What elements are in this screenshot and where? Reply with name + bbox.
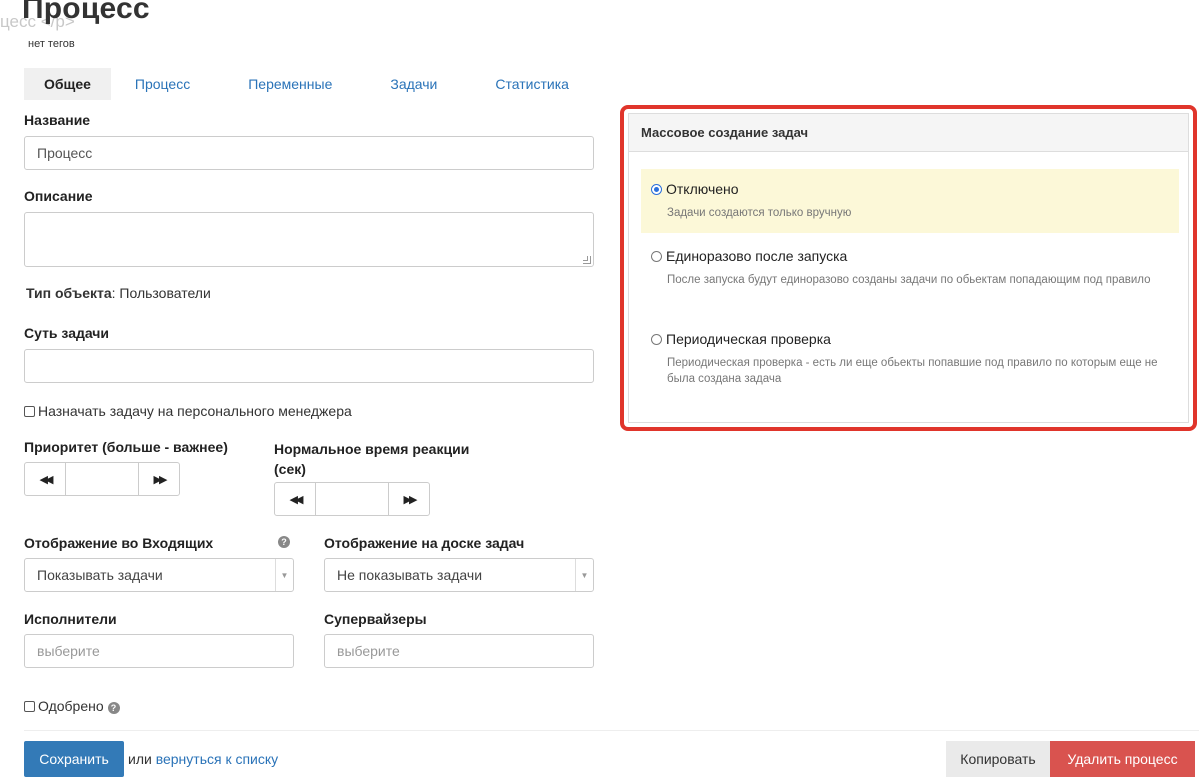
copy-button[interactable]: Копировать xyxy=(946,741,1050,777)
option-row: Периодическая проверка xyxy=(651,331,1169,347)
inbox-display-select[interactable]: Показывать задачи ▼ xyxy=(24,558,294,592)
page-title: Процесс xyxy=(22,0,150,25)
priority-label: Приоритет (больше - важнее) xyxy=(24,439,228,455)
option-label: Периодическая проверка xyxy=(666,331,831,347)
question-circle-icon[interactable]: ? xyxy=(107,702,120,714)
executors-placeholder: выберите xyxy=(37,643,100,659)
tab-statistics[interactable]: Статистика xyxy=(483,68,581,100)
rewind-icon: ◀◀ xyxy=(39,473,54,486)
option-once-after-start[interactable]: Единоразово после запуска После запуска … xyxy=(641,236,1179,298)
essence-input[interactable] xyxy=(24,349,594,383)
option-description: После запуска будут единоразово созданы … xyxy=(667,274,1151,286)
priority-increase-button[interactable]: ▶▶ xyxy=(139,463,179,495)
reaction-label-line1: Нормальное время реакции xyxy=(274,441,470,457)
reaction-label: Нормальное время реакции (сек) xyxy=(274,439,469,479)
option-disabled[interactable]: Отключено Задачи создаются только вручну… xyxy=(641,169,1179,233)
executors-input[interactable]: выберите xyxy=(24,634,294,668)
reaction-decrease-button[interactable]: ◀◀ xyxy=(275,483,315,515)
option-description: Задачи создаются только вручную xyxy=(667,207,852,219)
supervisors-label: Супервайзеры xyxy=(324,611,427,627)
tab-process[interactable]: Процесс xyxy=(123,68,202,100)
fast-forward-icon: ▶▶ xyxy=(153,473,168,486)
option-label: Единоразово после запуска xyxy=(666,248,848,264)
radio-disabled[interactable] xyxy=(651,183,662,195)
resize-handle-icon[interactable] xyxy=(583,256,591,264)
tags-label: нет тегов xyxy=(28,38,75,50)
name-label: Название xyxy=(24,112,91,128)
reaction-stepper: ◀◀ ▶▶ xyxy=(274,482,430,516)
tab-variables[interactable]: Переменные xyxy=(236,68,344,100)
inbox-display-value: Показывать задачи xyxy=(37,567,163,583)
object-type-row: Тип объекта: Пользователи xyxy=(26,285,211,301)
assign-manager-checkbox[interactable] xyxy=(24,406,35,417)
back-row: или вернуться к списку xyxy=(128,751,278,767)
or-text: или xyxy=(128,751,152,767)
reaction-input[interactable] xyxy=(315,483,389,515)
inbox-display-label: Отображение во Входящих xyxy=(24,535,214,551)
object-type-value: : Пользователи xyxy=(111,285,211,301)
priority-decrease-button[interactable]: ◀◀ xyxy=(25,463,65,495)
object-type-label: Тип объекта xyxy=(26,285,112,301)
description-textarea[interactable] xyxy=(24,212,594,267)
board-display-label: Отображение на доске задач xyxy=(324,535,525,551)
caret-down-icon: ▼ xyxy=(275,559,293,591)
name-input-value: Процесс xyxy=(37,145,93,161)
essence-label: Суть задачи xyxy=(24,325,110,341)
fast-forward-icon: ▶▶ xyxy=(403,493,418,506)
supervisors-input[interactable]: выберите xyxy=(324,634,594,668)
option-row: Отключено xyxy=(651,181,1169,197)
assign-manager-label: Назначать задачу на персонального менедж… xyxy=(38,403,352,419)
reaction-label-line2: (сек) xyxy=(274,461,306,477)
option-row: Единоразово после запуска xyxy=(651,248,1169,264)
footer-divider xyxy=(24,730,1199,731)
rewind-icon: ◀◀ xyxy=(289,493,304,506)
delete-process-button[interactable]: Удалить процесс xyxy=(1050,741,1195,777)
tab-general[interactable]: Общее xyxy=(24,68,111,100)
board-display-select[interactable]: Не показывать задачи ▼ xyxy=(324,558,594,592)
priority-input[interactable] xyxy=(65,463,139,495)
mass-creation-panel: Массовое создание задач Отключено Задачи… xyxy=(628,113,1189,423)
approved-row: Одобрено ? xyxy=(24,698,120,714)
radio-once-after-start[interactable] xyxy=(651,250,662,262)
assign-manager-row: Назначать задачу на персонального менедж… xyxy=(24,403,352,419)
option-description: Периодическая проверка - есть ли еще обь… xyxy=(667,357,1158,385)
tab-tasks[interactable]: Задачи xyxy=(378,68,449,100)
description-label: Описание xyxy=(24,188,93,204)
tab-bar: Общее Процесс Переменные Задачи Статисти… xyxy=(24,68,581,100)
executors-label: Исполнители xyxy=(24,611,117,627)
board-display-value: Не показывать задачи xyxy=(337,567,483,583)
save-button[interactable]: Сохранить xyxy=(24,741,124,777)
radio-periodic-check[interactable] xyxy=(651,333,662,345)
priority-stepper: ◀◀ ▶▶ xyxy=(24,462,180,496)
question-circle-icon[interactable]: ? xyxy=(278,536,290,548)
reaction-increase-button[interactable]: ▶▶ xyxy=(389,483,429,515)
approved-checkbox[interactable] xyxy=(24,701,35,712)
mass-creation-title: Массовое создание задач xyxy=(629,114,1188,152)
approved-label: Одобрено xyxy=(38,698,104,714)
option-label: Отключено xyxy=(666,181,739,197)
caret-down-icon: ▼ xyxy=(575,559,593,591)
supervisors-placeholder: выберите xyxy=(337,643,400,659)
back-to-list-link[interactable]: вернуться к списку xyxy=(156,751,278,767)
name-input[interactable]: Процесс xyxy=(24,136,594,170)
option-periodic-check[interactable]: Периодическая проверка Периодическая про… xyxy=(641,319,1179,397)
